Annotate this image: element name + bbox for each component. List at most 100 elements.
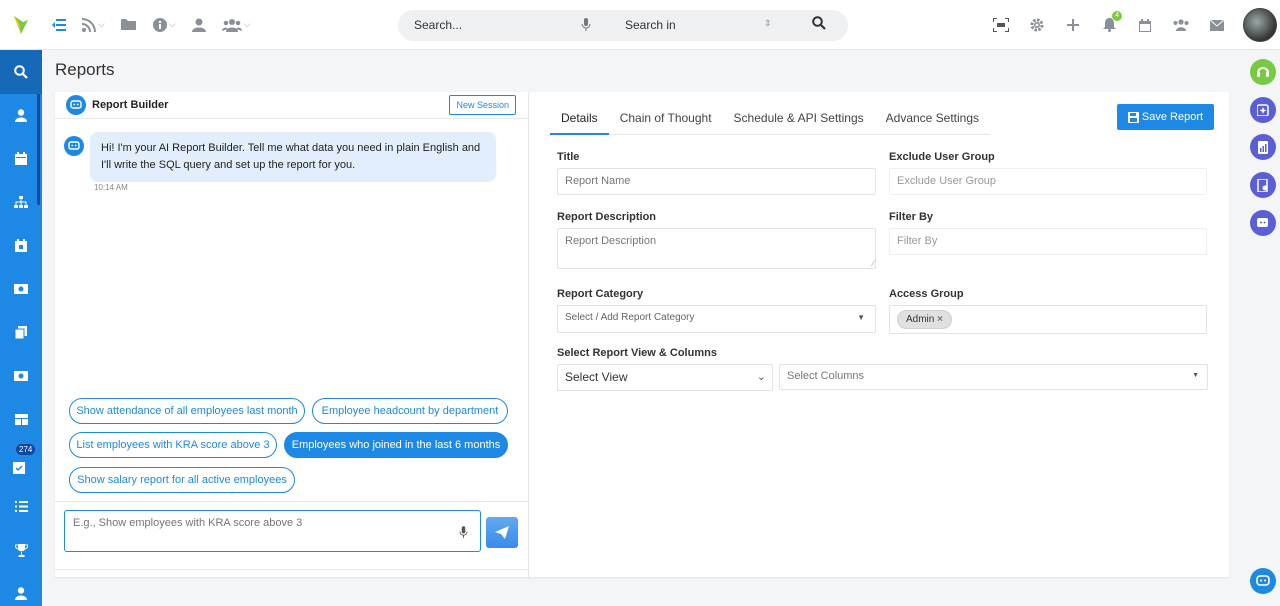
caret-down-icon: ▼ [1192, 372, 1199, 379]
sidebar-item-payroll[interactable] [0, 268, 42, 312]
columns-placeholder: Select Columns [787, 370, 865, 382]
add-icon[interactable] [1055, 10, 1091, 40]
ai-chat-icon[interactable] [1250, 210, 1276, 236]
calendar-icon [15, 152, 27, 166]
sort-arrows-icon: ⇕ [764, 18, 772, 28]
sidebar-item-events[interactable] [0, 224, 42, 268]
tab-bar: Details Chain of Thought Schedule & API … [550, 102, 991, 135]
chat-title: Report Builder [92, 99, 169, 111]
resize-handle-icon[interactable]: ∕ [873, 259, 874, 268]
folder-icon[interactable] [120, 10, 137, 40]
exclude-user-group-input[interactable]: Exclude User Group [889, 168, 1207, 195]
team-icon[interactable]: ⌵ [221, 10, 250, 40]
org-chart-icon [14, 196, 28, 209]
report-form: Details Chain of Thought Schedule & API … [530, 92, 1229, 577]
sidebar-item-documents[interactable] [0, 311, 42, 355]
suggestion-chip[interactable]: Employee headcount by department [312, 398, 508, 424]
user-icon [15, 109, 27, 122]
search-input[interactable]: Search... [414, 18, 462, 32]
report-view-columns-label: Select Report View & Columns [557, 347, 717, 359]
ai-document-icon[interactable] [1250, 172, 1276, 198]
ai-report-icon[interactable] [1250, 134, 1276, 160]
sidebar-item-list[interactable] [0, 485, 42, 529]
report-category-label: Report Category [557, 288, 644, 300]
sidebar-item-tasks[interactable]: 274 [0, 442, 42, 486]
mail-icon[interactable] [1199, 10, 1235, 40]
columns-select[interactable]: Select Columns ▼ [779, 364, 1208, 390]
sidebar-item-profile[interactable] [0, 94, 42, 138]
report-description-input[interactable]: Report Description ∕ [557, 228, 876, 269]
report-builder-card: Report Builder New Session Hi! I'm your … [55, 92, 1229, 577]
tab-chain-of-thought[interactable]: Chain of Thought [609, 102, 723, 135]
divider [55, 569, 529, 570]
user-avatar[interactable] [1243, 8, 1277, 42]
suggestion-chip[interactable]: Show salary report for all active employ… [69, 467, 295, 493]
sidebar-item-awards[interactable] [0, 529, 42, 573]
sidebar-item-dashboard[interactable] [0, 398, 42, 442]
sidebar-item-people[interactable] [0, 572, 42, 606]
suggestion-chip-selected[interactable]: Employees who joined in the last 6 month… [284, 432, 508, 458]
user-icon[interactable] [191, 10, 206, 40]
report-category-select[interactable]: Select / Add Report Category ▼ [557, 305, 876, 333]
app-logo[interactable] [0, 0, 42, 50]
search-icon[interactable] [812, 16, 826, 33]
sidebar-item-expenses[interactable] [0, 355, 42, 399]
report-view-select[interactable]: Select View ⌄ [557, 364, 773, 391]
info-icon[interactable]: ⌵ [152, 10, 176, 40]
bot-avatar-icon [64, 136, 84, 156]
calendar-check-icon [15, 239, 27, 253]
access-group-tag-label: Admin [906, 314, 935, 325]
save-report-button[interactable]: Save Report [1117, 104, 1214, 130]
money-icon [14, 371, 28, 382]
copy-icon [15, 326, 27, 340]
message-timestamp: 10:14 AM [94, 183, 128, 192]
page-title: Reports [55, 60, 115, 79]
support-headset-icon[interactable] [1250, 59, 1276, 85]
tab-details[interactable]: Details [550, 102, 609, 135]
chevron-down-icon: ⌵ [98, 19, 105, 29]
access-group-label: Access Group [889, 288, 964, 300]
report-description-label: Report Description [557, 211, 657, 223]
remove-tag-icon[interactable]: × [937, 314, 943, 325]
access-group-select[interactable]: Admin × [889, 305, 1207, 334]
global-search[interactable]: Search... Search in ⇕ [398, 10, 848, 41]
access-group-tag: Admin × [897, 310, 952, 329]
bell-icon[interactable]: 4 [1091, 10, 1127, 40]
grid-icon [14, 414, 28, 426]
chat-panel: Report Builder New Session Hi! I'm your … [55, 92, 529, 577]
suggestion-chip[interactable]: List employees with KRA score above 3 [69, 432, 277, 458]
gear-icon[interactable] [1019, 10, 1055, 40]
exclude-user-group-label: Exclude User Group [889, 151, 995, 163]
ai-assistant-icon[interactable] [1250, 568, 1276, 594]
users-icon[interactable] [1163, 10, 1199, 40]
trophy-icon [14, 543, 28, 557]
scan-icon[interactable] [983, 10, 1019, 40]
user-icon [15, 587, 27, 601]
new-session-button[interactable]: New Session [449, 95, 516, 115]
send-button[interactable] [486, 517, 518, 548]
chat-header: Report Builder New Session [55, 92, 529, 119]
ai-spark-icon[interactable] [1250, 97, 1276, 123]
chat-message-input[interactable] [64, 510, 481, 552]
tab-advance-settings[interactable]: Advance Settings [875, 102, 990, 135]
title-input[interactable]: Report Name [557, 168, 876, 195]
search-icon [14, 64, 28, 79]
menu-toggle-icon[interactable] [52, 10, 66, 40]
calendar-icon[interactable] [1127, 10, 1163, 40]
bot-icon [66, 95, 86, 115]
filter-by-input[interactable]: Filter By [889, 228, 1207, 255]
report-view-value: Select View [565, 370, 628, 384]
suggestion-chip[interactable]: Show attendance of all employees last mo… [69, 398, 305, 424]
rss-feed-icon[interactable]: ⌵ [82, 10, 105, 40]
chat-composer [55, 501, 529, 577]
caret-down-icon: ▼ [857, 313, 865, 322]
microphone-icon[interactable] [459, 526, 468, 542]
search-in-select[interactable]: Search in [625, 18, 676, 32]
microphone-icon[interactable] [581, 18, 591, 35]
save-icon [1127, 111, 1139, 123]
sidebar-item-search[interactable] [0, 50, 42, 94]
task-check-icon [13, 462, 25, 475]
sidebar-item-calendar[interactable] [0, 137, 42, 181]
sidebar-item-org-chart[interactable] [0, 181, 42, 225]
tab-schedule-api-settings[interactable]: Schedule & API Settings [723, 102, 875, 135]
